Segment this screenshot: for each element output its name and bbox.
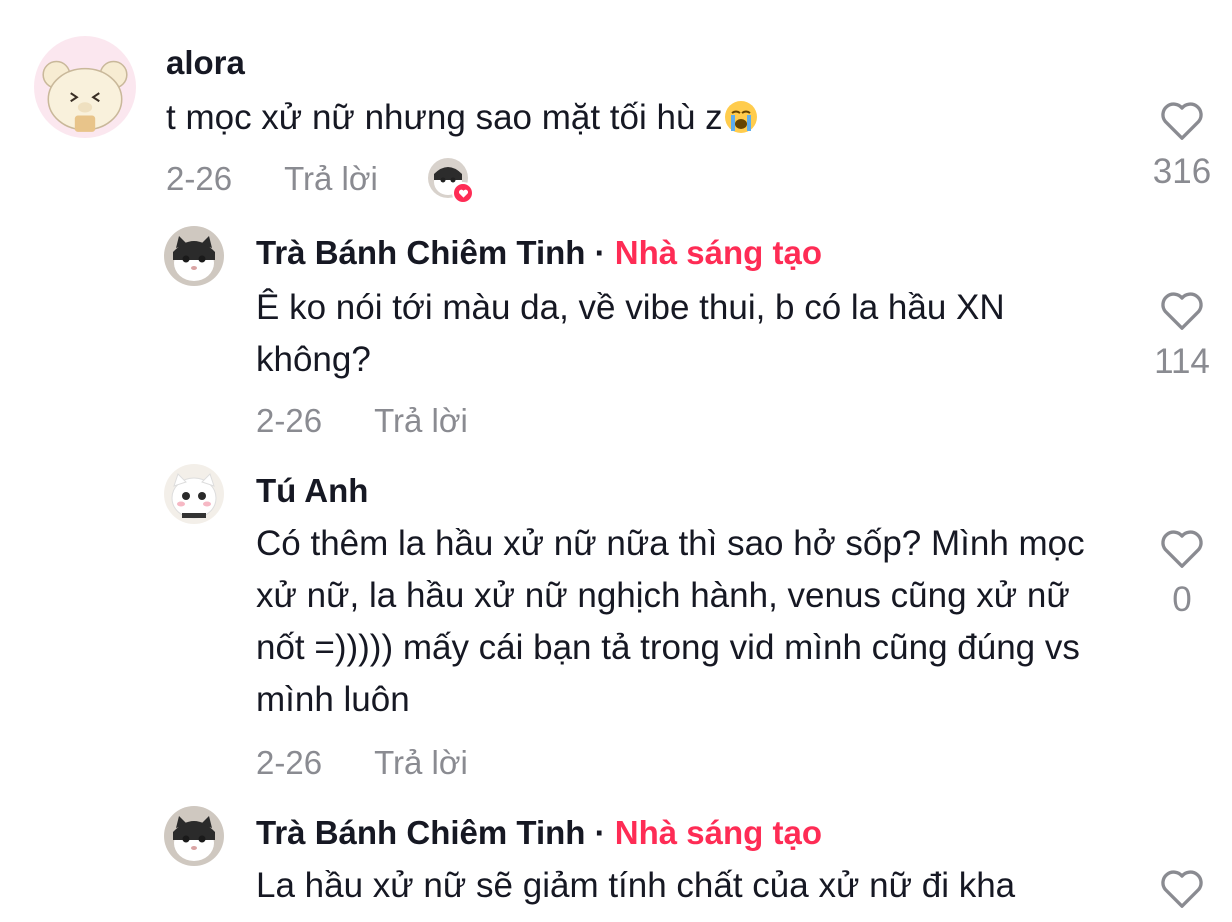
heart-outline-icon[interactable] bbox=[1159, 868, 1205, 910]
comment-date: 2-26 bbox=[256, 744, 323, 781]
creator-liked-badge bbox=[428, 158, 474, 204]
comment-text-content: t mọc xử nữ nhưng sao mặt tối hù z bbox=[166, 98, 723, 137]
creator-badge: Nhà sáng tạo bbox=[614, 814, 822, 851]
comment-text: Ê ko nói tới màu da, về vibe thui, b có … bbox=[256, 288, 1005, 379]
comment-text: La hầu xử nữ sẽ giảm tính chất của xử nữ… bbox=[256, 866, 1016, 905]
like-button[interactable] bbox=[1148, 868, 1216, 922]
comment-username[interactable]: Trà Bánh Chiêm Tinh bbox=[256, 234, 585, 271]
comment-date: 2-26 bbox=[166, 160, 233, 197]
loudly-crying-face-icon bbox=[723, 98, 759, 134]
comment-meta: 2-26 Trả lời bbox=[166, 160, 378, 198]
name-separator: · bbox=[594, 814, 606, 851]
comment-meta: 2-26 Trả lời bbox=[256, 744, 468, 782]
comment-meta: 2-26 Trả lời bbox=[256, 402, 468, 440]
reply-button[interactable]: Trả lời bbox=[284, 160, 378, 197]
reply-button[interactable]: Trả lời bbox=[374, 744, 468, 781]
like-count: 0 bbox=[1172, 580, 1192, 619]
avatar-alora[interactable] bbox=[34, 36, 136, 138]
comment-username-line: Trà Bánh Chiêm Tinh · Nhà sáng tạo bbox=[256, 814, 822, 852]
comment-username[interactable]: Trà Bánh Chiêm Tinh bbox=[256, 814, 585, 851]
reply-button[interactable]: Trả lời bbox=[374, 402, 468, 439]
comment-username[interactable]: alora bbox=[166, 44, 245, 82]
comment-username-line: Trà Bánh Chiêm Tinh · Nhà sáng tạo bbox=[256, 234, 822, 272]
avatar-creator[interactable] bbox=[164, 226, 224, 286]
heart-outline-icon[interactable] bbox=[1159, 528, 1205, 570]
comment-username[interactable]: Tú Anh bbox=[256, 472, 368, 510]
comment-text: t mọc xử nữ nhưng sao mặt tối hù z bbox=[166, 92, 1116, 144]
like-count: 316 bbox=[1152, 152, 1212, 191]
comment-text: Có thêm la hầu xử nữ nữa thì sao hở sốp?… bbox=[256, 524, 1085, 719]
creator-badge: Nhà sáng tạo bbox=[614, 234, 822, 271]
comment-date: 2-26 bbox=[256, 402, 323, 439]
like-button[interactable]: 114 bbox=[1148, 290, 1216, 382]
creator-liked-heart-icon bbox=[452, 182, 474, 204]
like-button[interactable]: 0 bbox=[1148, 528, 1216, 620]
avatar-creator[interactable] bbox=[164, 806, 224, 866]
avatar-tu-anh[interactable] bbox=[164, 464, 224, 524]
heart-outline-icon[interactable] bbox=[1159, 290, 1205, 332]
like-count: 114 bbox=[1154, 342, 1210, 381]
name-separator: · bbox=[594, 234, 606, 271]
like-button[interactable]: 316 bbox=[1148, 100, 1216, 192]
heart-outline-icon[interactable] bbox=[1159, 100, 1205, 142]
